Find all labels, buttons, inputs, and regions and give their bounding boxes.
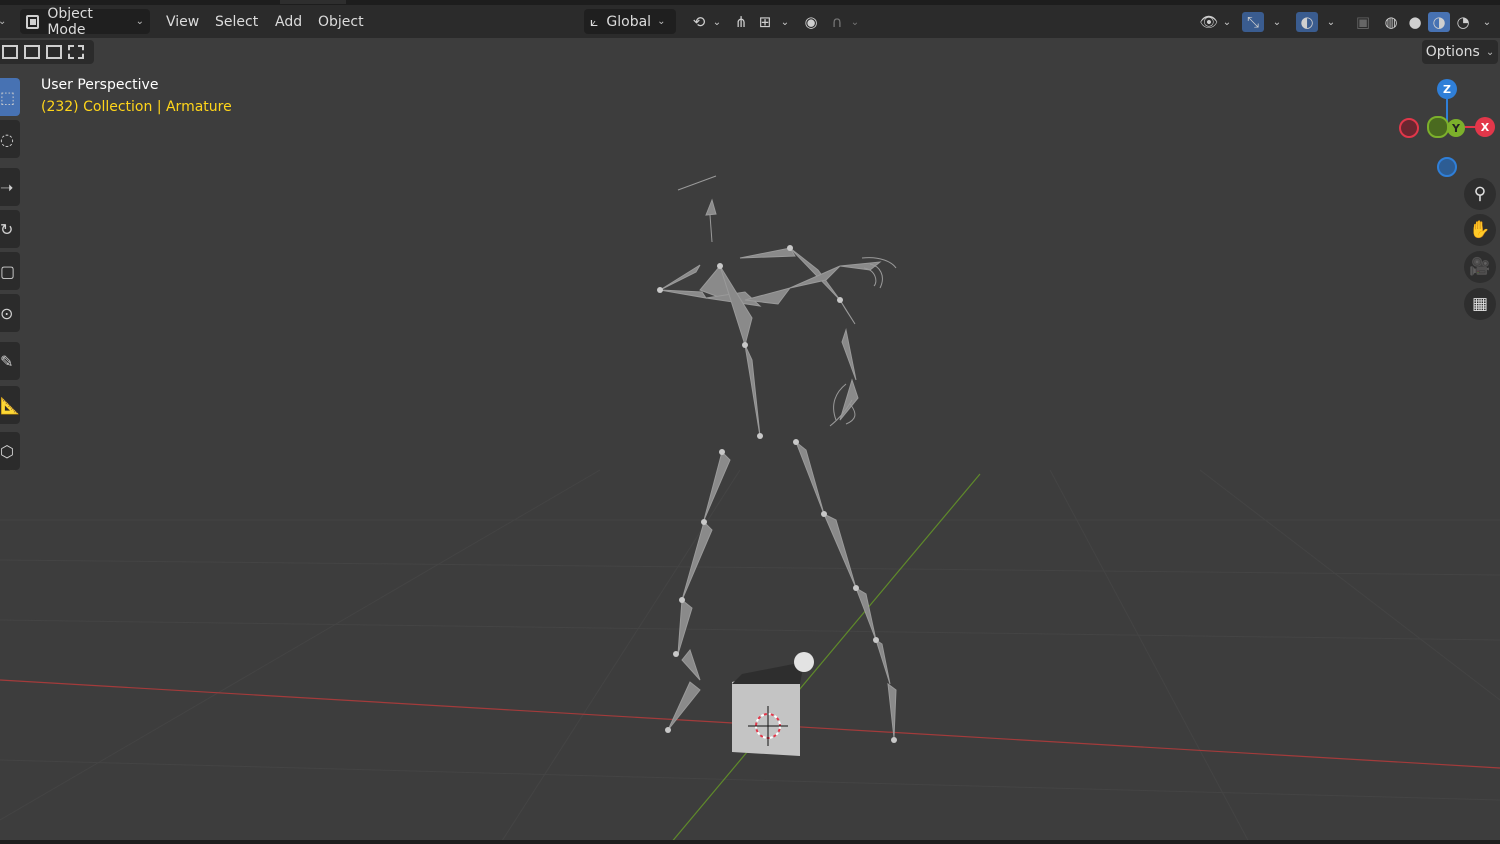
xray-toggle-icon[interactable]: ▣	[1352, 12, 1374, 32]
measure-icon[interactable]: 📐	[0, 386, 20, 424]
chevron-down-icon[interactable]: ⌄	[844, 12, 866, 32]
rendered-shading-icon[interactable]: ◔	[1452, 12, 1474, 32]
chevron-down-icon: ⌄	[135, 16, 144, 27]
gizmo-toggle-icon[interactable]: ⤡	[1242, 12, 1264, 32]
move-icon[interactable]: ➝	[0, 168, 20, 206]
floor-grid	[0, 469, 1500, 844]
object-info: (232) Collection | Armature	[41, 99, 232, 115]
gizmo-neg-y-axis[interactable]	[1427, 116, 1449, 138]
chevron-down-icon[interactable]: ⌄	[774, 12, 796, 32]
select-new-icon[interactable]	[2, 45, 18, 59]
editor-type-chevron-icon[interactable]: ⌄	[0, 9, 6, 34]
wireframe-shading-icon[interactable]: ◍	[1380, 12, 1402, 32]
hand-pan-icon[interactable]: ✋	[1464, 214, 1496, 246]
mode-label: Object Mode	[47, 5, 93, 38]
select-box-icon[interactable]: ⬚	[0, 78, 20, 116]
object-mode-icon	[26, 14, 40, 29]
scale-icon[interactable]: ▢	[0, 252, 20, 290]
select-intersect-icon[interactable]	[68, 45, 84, 59]
overlays-toggle-icon[interactable]: ◐	[1296, 12, 1318, 32]
select-subtract-icon[interactable]	[46, 45, 62, 59]
gizmo-neg-x-axis[interactable]	[1399, 118, 1419, 138]
armature[interactable]	[659, 175, 897, 739]
material-shading-icon[interactable]: ◑	[1428, 12, 1450, 32]
select-extend-icon[interactable]	[24, 45, 40, 59]
rotate-icon[interactable]: ↻	[0, 210, 20, 248]
gizmo-z-axis[interactable]: Z	[1437, 79, 1457, 99]
add-cube-icon[interactable]: ⬡	[0, 432, 20, 470]
chevron-down-icon[interactable]: ⌄	[1266, 12, 1288, 32]
window-bottom-strip	[0, 840, 1500, 844]
3d-viewport[interactable]	[0, 0, 1500, 844]
separator: |	[156, 99, 162, 115]
gizmo-y-axis[interactable]: Y	[1447, 119, 1465, 137]
orientation-label: Global	[606, 13, 652, 30]
annotate-icon[interactable]: ✎	[0, 342, 20, 380]
chevron-down-icon[interactable]: ⌄	[1216, 12, 1238, 32]
y-axis-line	[669, 473, 981, 844]
grid-view-icon[interactable]: ▦	[1464, 288, 1496, 320]
viewport-header: ⌄ Object Mode ⌄ View Select Add Object ⟀…	[0, 5, 1500, 38]
menu-add[interactable]: Add	[275, 9, 302, 34]
chevron-down-icon[interactable]: ⌄	[706, 12, 728, 32]
options-label: Options	[1425, 44, 1480, 60]
active-object-name: Armature	[165, 99, 232, 115]
mode-selector[interactable]: Object Mode ⌄	[20, 6, 150, 38]
snap-toggle-icon[interactable]: ⋔	[730, 12, 752, 32]
options-dropdown[interactable]: Options ⌄	[1422, 40, 1498, 64]
selection-mode-buttons	[0, 40, 94, 64]
view-name: User Perspective	[41, 77, 159, 93]
solid-shading-icon[interactable]: ●	[1404, 12, 1426, 32]
cursor-icon[interactable]: ◌	[0, 120, 20, 158]
menu-select[interactable]: Select	[215, 9, 258, 34]
camera-icon[interactable]: 🎥	[1464, 251, 1496, 283]
gizmo-x-axis[interactable]: X	[1475, 117, 1495, 137]
zoom-icon[interactable]: ⚲	[1464, 178, 1496, 210]
snap-target-icon[interactable]: ⊞	[754, 12, 776, 32]
hands	[829, 257, 897, 427]
chevron-down-icon[interactable]: ⌄	[1320, 12, 1342, 32]
transform-icon[interactable]: ⊙	[0, 294, 20, 332]
frame-number: (232)	[41, 99, 79, 115]
chevron-down-icon: ⌄	[1485, 46, 1495, 58]
chevron-down-icon[interactable]: ⌄	[1476, 12, 1498, 32]
menu-object[interactable]: Object	[318, 9, 364, 34]
collection-name: Collection	[83, 99, 153, 115]
origin-object[interactable]	[732, 652, 814, 756]
menu-view[interactable]: View	[166, 9, 199, 34]
transform-orientation-icon: ⟀	[590, 13, 599, 30]
gizmo-neg-z-axis[interactable]	[1437, 157, 1457, 177]
chevron-down-icon: ⌄	[657, 16, 666, 27]
orientation-selector[interactable]: ⟀ Global ⌄	[584, 9, 676, 34]
proportional-edit-icon[interactable]: ◉	[800, 12, 822, 32]
